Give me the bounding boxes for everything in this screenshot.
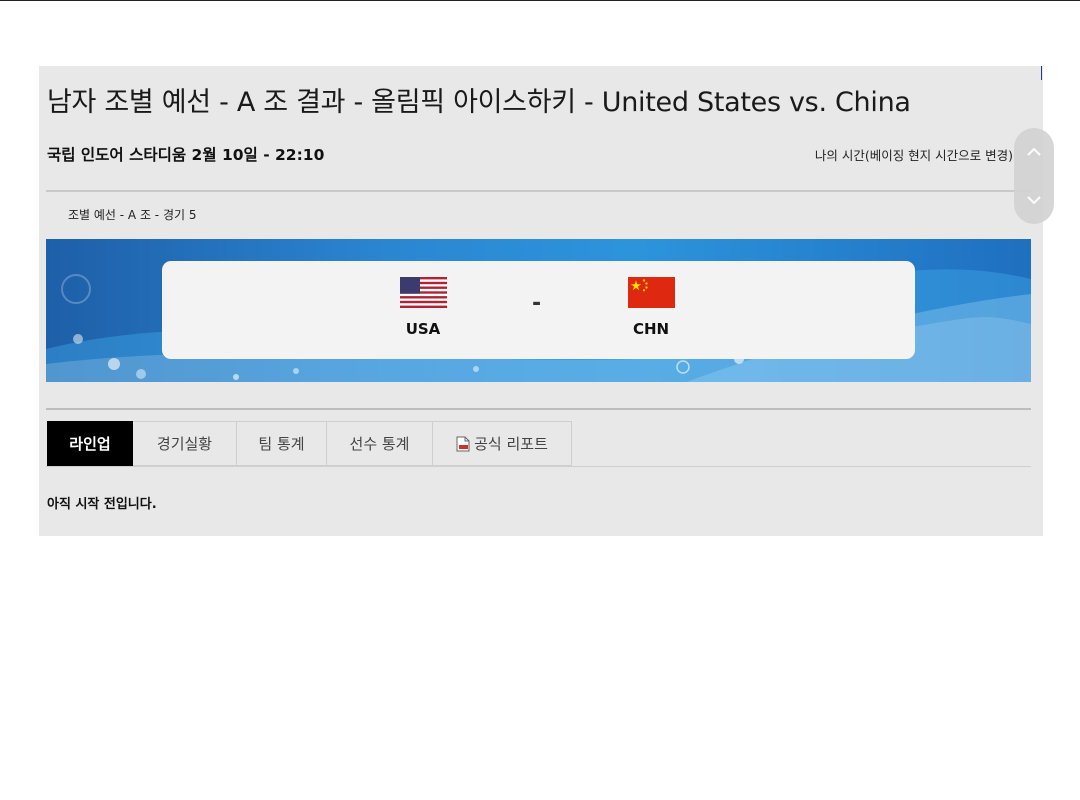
away-team-code: CHN — [632, 320, 670, 338]
scroll-up-button[interactable] — [1014, 128, 1054, 176]
tab-label: 라인업 — [69, 435, 111, 453]
venue-datetime: 국립 인도어 스타디움 2월 10일 - 22:10 — [47, 146, 325, 164]
breadcrumb: 조별 예선 - A 조 - 경기 5 — [68, 208, 197, 222]
divider — [46, 408, 1031, 410]
divider — [46, 190, 1031, 192]
top-divider — [0, 0, 1080, 1]
match-tabs: 라인업 경기실황 팀 통계 선수 통계 공식 리포트 — [47, 421, 572, 466]
home-team-code: USA — [405, 320, 441, 338]
chevron-down-icon — [1027, 196, 1041, 205]
tab-player-stats[interactable]: 선수 통계 — [327, 421, 433, 466]
tab-label: 경기실황 — [156, 435, 213, 453]
away-team[interactable]: CHN — [611, 277, 691, 338]
pdf-icon — [456, 436, 470, 451]
tab-live-play[interactable]: 경기실황 — [133, 421, 237, 466]
page-title: 남자 조별 예선 - A 조 결과 - 올림픽 아이스하키 - United S… — [47, 87, 911, 118]
tab-team-stats[interactable]: 팀 통계 — [237, 421, 327, 466]
page-scroll-widget — [1014, 128, 1054, 224]
tab-official-report[interactable]: 공식 리포트 — [433, 421, 572, 466]
us-flag-icon — [399, 277, 447, 308]
cn-flag-icon — [627, 277, 675, 308]
score-separator: - — [532, 291, 542, 316]
tab-label: 선수 통계 — [349, 435, 410, 453]
local-time-toggle[interactable]: 나의 시간(베이징 현지 시간으로 변경) — [815, 145, 1013, 164]
match-panel: 남자 조별 예선 - A 조 결과 - 올림픽 아이스하키 - United S… — [39, 66, 1043, 536]
chevron-up-icon — [1027, 147, 1041, 156]
divider — [46, 466, 1031, 467]
tab-label: 공식 리포트 — [474, 435, 548, 453]
match-banner: USA - CHN — [46, 239, 1031, 382]
tab-lineup[interactable]: 라인업 — [47, 421, 133, 466]
tab-label: 팀 통계 — [258, 435, 305, 453]
scroll-down-button[interactable] — [1014, 176, 1054, 224]
scoreboard-card: USA - CHN — [162, 261, 915, 359]
panel-edge-marker — [1041, 66, 1042, 80]
match-status-message: 아직 시작 전입니다. — [47, 497, 157, 512]
home-team[interactable]: USA — [383, 277, 463, 338]
